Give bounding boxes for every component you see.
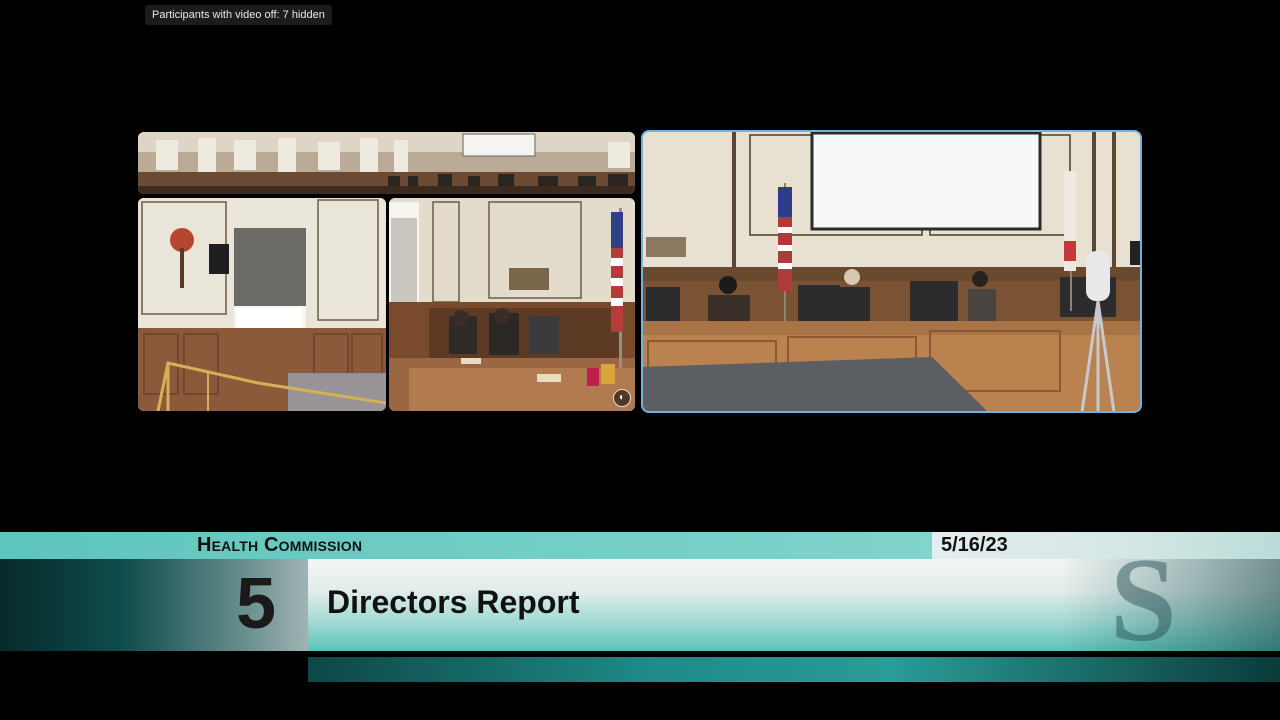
meeting-date: 5/16/23 [941,534,1008,556]
agenda-item-title: Directors Report [327,584,580,620]
dais-side-feed [389,198,635,411]
pin-icon[interactable]: ◐ [613,389,631,407]
agenda-item-number: 5 [236,564,277,644]
video-tile-wide-room[interactable] [138,132,635,194]
wide-room-feed [138,132,635,194]
hidden-participants-label[interactable]: Participants with video off: 7 hidden [145,5,332,25]
commission-name: Health Commission [197,534,363,556]
dais-front-feed [642,131,1141,412]
left-corner-feed [138,198,386,411]
channel-logo: S [1110,533,1177,666]
video-tile-dais-side[interactable]: ◐ [389,198,635,411]
video-tile-left-corner[interactable] [138,198,386,411]
video-tile-dais-front[interactable] [642,131,1141,412]
meeting-broadcast-frame: Participants with video off: 7 hidden ◐ … [0,0,1280,720]
lower-third-bottom-bar [308,657,1280,682]
